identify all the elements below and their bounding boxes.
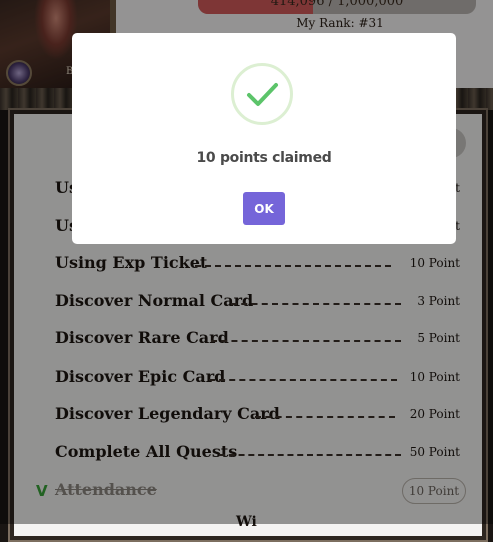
dialog-title: 10 points claimed xyxy=(196,150,332,166)
claim-dialog: 10 points claimed OK xyxy=(72,33,456,244)
ok-button[interactable]: OK xyxy=(243,192,285,225)
success-checkmark-icon xyxy=(231,63,293,125)
